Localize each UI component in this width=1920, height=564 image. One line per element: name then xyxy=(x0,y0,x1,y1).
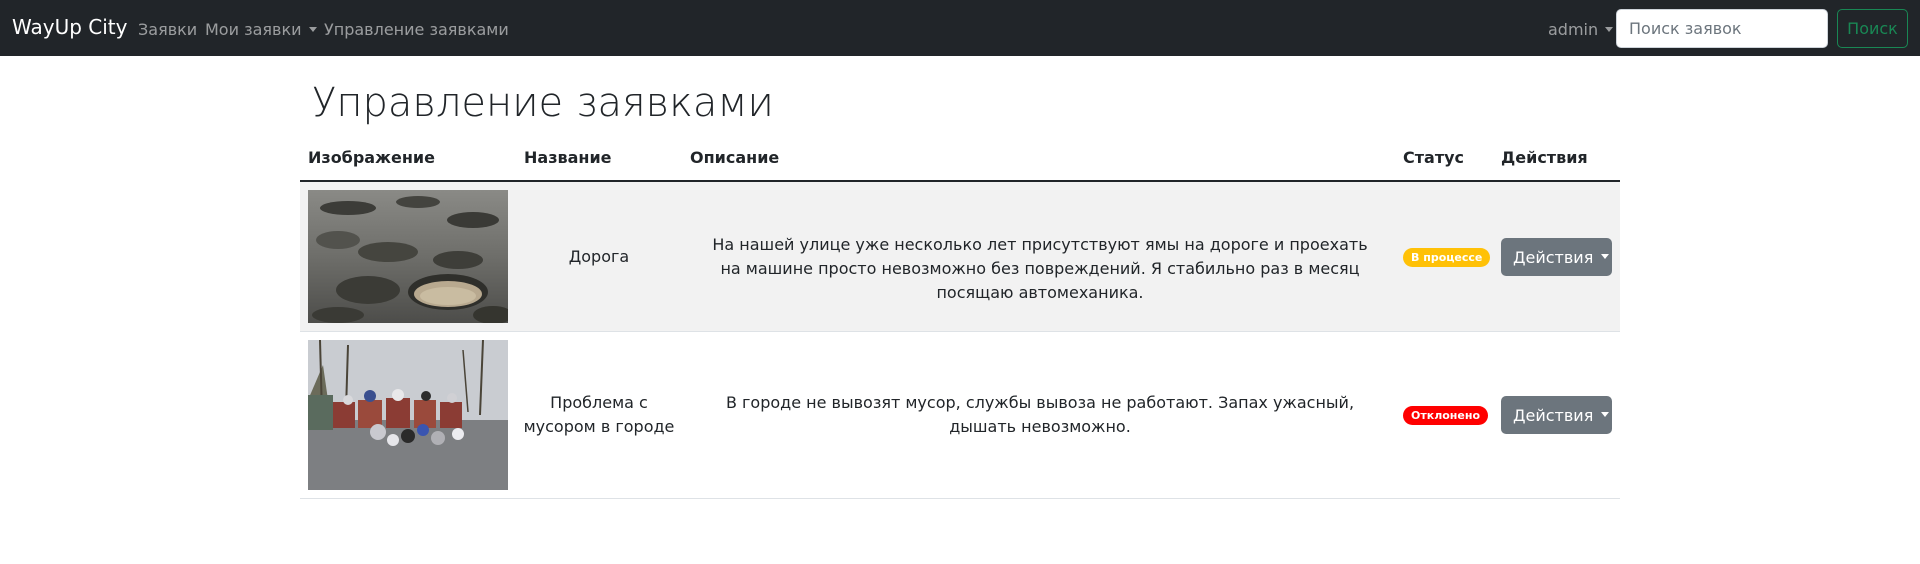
column-header-name: Название xyxy=(524,148,612,167)
user-menu[interactable]: admin xyxy=(1548,20,1614,39)
actions-button-label: Действия xyxy=(1513,247,1594,267)
nav-link-my-requests[interactable]: Мои заявки xyxy=(205,20,317,39)
column-header-description: Описание xyxy=(690,148,780,167)
table-row: Дорога На нашей улице уже несколько лет … xyxy=(300,182,1620,332)
search-button[interactable]: Поиск xyxy=(1837,9,1908,48)
chevron-down-icon xyxy=(308,26,317,32)
chevron-down-icon xyxy=(1601,412,1610,417)
search-input[interactable] xyxy=(1616,9,1828,48)
brand-link[interactable]: WayUp City xyxy=(12,15,127,39)
request-image-garbage xyxy=(308,340,508,490)
request-description: В городе не вывозят мусор, службы вывоза… xyxy=(725,393,1355,436)
request-description: На нашей улице уже несколько лет присутс… xyxy=(712,235,1368,302)
status-badge: В процессе xyxy=(1403,248,1491,267)
chevron-down-icon xyxy=(1601,254,1610,259)
column-header-status: Статус xyxy=(1403,148,1464,167)
request-image-pothole xyxy=(308,190,508,323)
actions-dropdown-button[interactable]: Действия xyxy=(1501,238,1612,276)
request-name: Дорога xyxy=(568,247,630,266)
actions-button-label: Действия xyxy=(1513,405,1594,425)
page-title: Управление заявками xyxy=(312,80,774,126)
actions-dropdown-button[interactable]: Действия xyxy=(1501,396,1612,434)
navbar: WayUp City Заявки Мои заявки Управление … xyxy=(0,0,1920,56)
chevron-down-icon xyxy=(1605,26,1614,32)
request-name: Проблема с мусором в городе xyxy=(523,393,675,436)
nav-link-manage-requests[interactable]: Управление заявками xyxy=(324,20,509,39)
nav-link-my-requests-label: Мои заявки xyxy=(205,20,302,39)
column-header-image: Изображение xyxy=(308,148,435,167)
status-badge: Отклонено xyxy=(1403,406,1489,425)
nav-link-requests[interactable]: Заявки xyxy=(138,20,197,39)
user-name: admin xyxy=(1548,20,1599,39)
column-header-actions: Действия xyxy=(1501,148,1588,167)
table-row: Проблема с мусором в городе В городе не … xyxy=(300,332,1620,499)
